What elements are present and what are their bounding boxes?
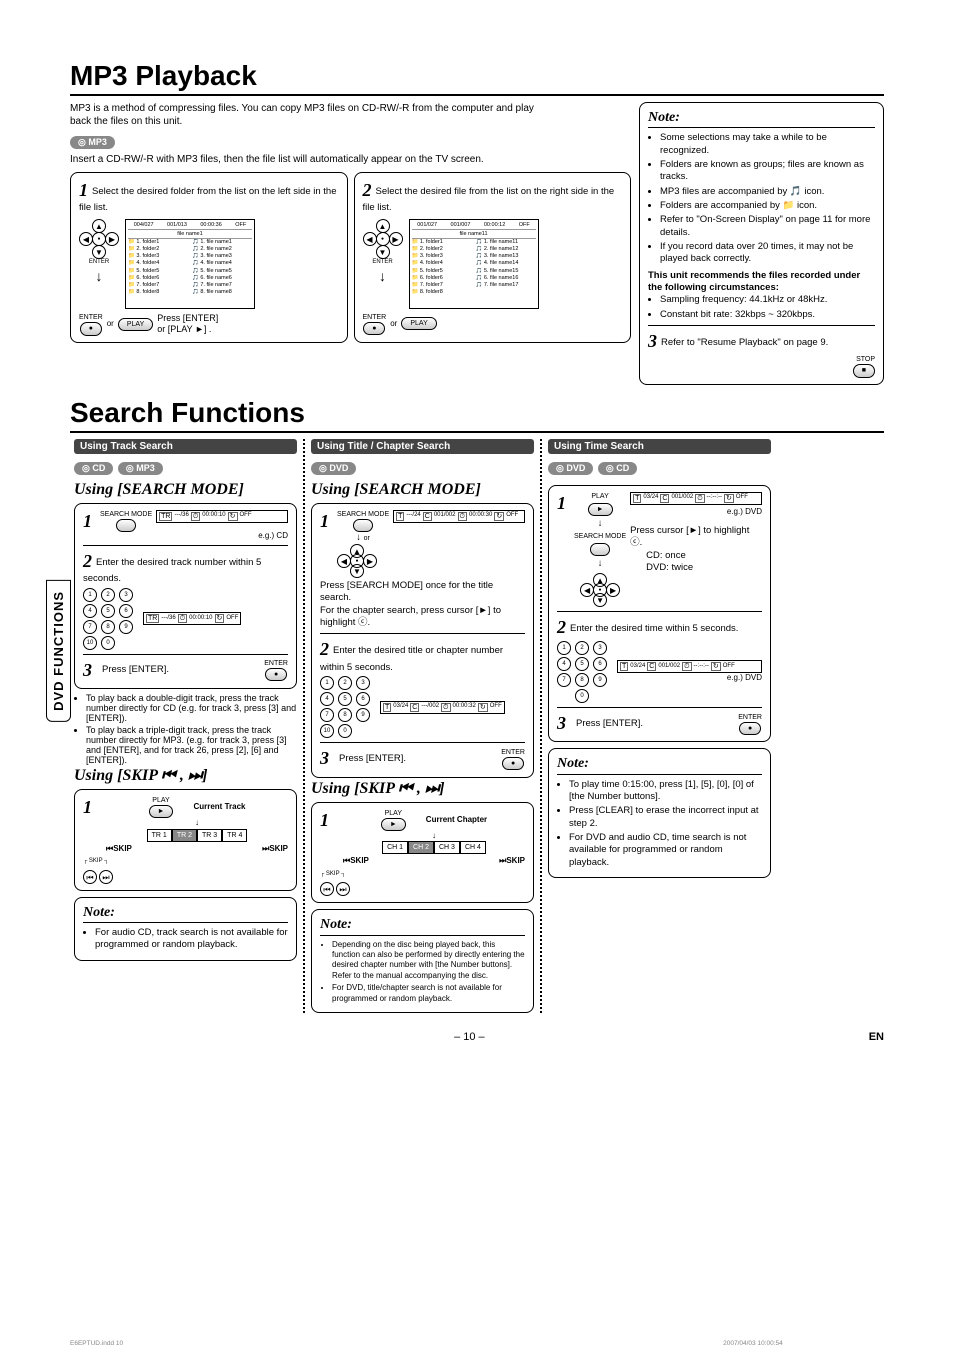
dpad-icon: ▲ ◀ ● ▶ ▼ ENTER [79,219,119,309]
dpad-icon-2: ▲ ◀ ● ▶ ▼ ENTER [363,219,403,309]
insert-line: Insert a CD-RW/-R with MP3 files, then t… [70,153,631,166]
step2-num: 2 [363,180,372,200]
stop-button[interactable]: ■ [853,364,875,377]
search-title: Search Functions [70,397,884,429]
track-col: Using Track Search CD MP3 Using [SEARCH … [70,439,301,1013]
mp3-title: MP3 Playback [70,60,884,92]
step2-box: 2Select the desired file from the list o… [354,172,632,343]
number-pad[interactable]: 123 456 789 100 [83,588,135,650]
track-bar: Using Track Search [74,439,297,454]
enter-button[interactable]: ● [80,322,102,335]
number-pad-c[interactable]: 123 456 789 100 [320,676,372,738]
note-list: Some selections may take a while to be r… [648,132,875,265]
skip-prev[interactable]: ⏮ [83,870,97,884]
play-button[interactable]: PLAY [118,318,153,331]
enter-button-2[interactable]: ● [363,322,385,335]
search-mode-button-c[interactable] [353,519,373,532]
note-title: Note: [648,109,875,128]
step2-text: Select the desired file from the list on… [363,186,615,213]
filelist-1: 004/027 001/013 00:00:36 OFF file name1 … [125,219,255,309]
mp3-intro: MP3 is a method of compressing files. Yo… [70,102,550,128]
play-button-2[interactable]: PLAY [401,317,436,330]
rule [70,94,884,96]
badge-mp3: MP3 [70,136,115,149]
step1-text: Select the desired folder from the list … [79,186,337,213]
skip-prev-c[interactable]: ⏮ [320,882,334,896]
skip-play[interactable]: ► [149,805,174,818]
dpad-icon-t: ▲ ◀ ● ▶ ▼ [580,573,620,607]
time-search-mode[interactable] [590,543,610,556]
sidebar-tab: DVD FUNCTIONS [46,580,71,722]
skip-next[interactable]: ⏭ [99,870,113,884]
step1-box: 1Select the desired folder from the list… [70,172,348,343]
skip-play-c[interactable]: ► [381,818,406,831]
search-mode-button[interactable] [116,519,136,532]
enter-button-t[interactable]: ● [265,668,287,681]
number-pad-t[interactable]: 123 456 789 0 [557,641,609,703]
footer: – 10 – EN [70,1031,884,1043]
time-col: Using Time Search DVD CD 1 PLAY ► ↓ SEAR… [544,439,775,1013]
chapter-col: Using Title / Chapter Search DVD Using [… [307,439,538,1013]
filelist-2: 001/027 001/007 00:00:12 OFF file name11… [409,219,539,309]
step1-num: 1 [79,180,88,200]
note-box: Note: Some selections may take a while t… [639,102,884,385]
time-play[interactable]: ► [588,503,613,516]
file-stamp: E6EPTUD.indd 10 2007/04/03 10:00:54 [70,1340,783,1347]
enter-button-time[interactable]: ● [739,722,761,735]
dpad-icon-c: ▲ ◀ ● ▶ ▼ [337,544,377,578]
skip-next-c[interactable]: ⏭ [336,882,350,896]
rule-2 [70,431,884,433]
enter-button-c[interactable]: ● [502,757,524,770]
